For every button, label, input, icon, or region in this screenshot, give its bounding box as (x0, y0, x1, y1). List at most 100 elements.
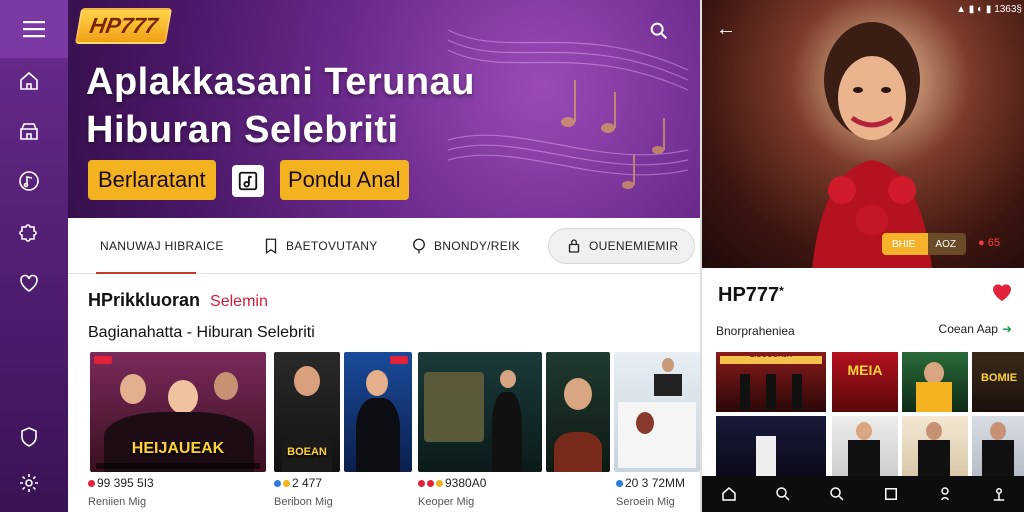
celebrity-portrait (812, 22, 932, 268)
mobile-tag-left: BHIE (892, 238, 916, 250)
face-image (214, 372, 238, 400)
card-meta: 2 477 (274, 476, 322, 490)
tab-label: NANUWAJ HIBRAICE (100, 239, 224, 253)
mobile-app-title: HP777* (718, 284, 784, 307)
search-icon[interactable] (828, 485, 846, 503)
hero-secondary-button[interactable]: Pondu Anal (280, 160, 409, 200)
face-image (294, 366, 320, 396)
app-root: HP777 Aplakkasani Terunau Hiburan Selebr… (0, 0, 1024, 512)
gear-icon[interactable] (16, 470, 42, 496)
body-image (740, 374, 750, 410)
open-app-label: Coean Aap (938, 322, 998, 336)
hero-primary-button[interactable]: Berlaratant (88, 160, 216, 200)
search-icon[interactable] (774, 485, 792, 503)
mobile-subtitle: Bnorpraheniea (716, 324, 795, 338)
home-icon[interactable] (720, 485, 738, 503)
favorite-heart-icon[interactable] (990, 280, 1014, 304)
body-image (492, 392, 522, 472)
back-arrow-icon[interactable]: ← (716, 18, 736, 41)
tab-bar: NANUWAJ HIBRAICE BAETOVUTANY BNONDY/REIK… (68, 218, 700, 274)
body-image (756, 436, 776, 476)
celebrity-card[interactable] (344, 352, 412, 472)
mobile-card[interactable]: BOMIE (972, 352, 1024, 412)
mobile-card[interactable]: MEIA (832, 352, 898, 412)
hero-title-line1: Aplakkasani Terunau (86, 61, 475, 103)
face-image (926, 422, 942, 440)
mobile-app-title-mark: * (779, 284, 784, 298)
search-icon[interactable] (648, 20, 670, 42)
tab-label: BAETOVUTANY (286, 239, 378, 253)
mobile-tag-pill[interactable]: BHIE AOZ (882, 233, 966, 255)
card-meta-sub: Seroein Mig (616, 496, 675, 508)
card-meta-value: 2 477 (292, 476, 323, 490)
mobile-tag-far-value: 65 (987, 237, 1000, 249)
mobile-card[interactable] (902, 352, 968, 412)
live-badge (390, 356, 408, 364)
body-image (916, 382, 952, 412)
status-bar: ▲ ▮ ◐ ▮ 1363§ (956, 4, 1022, 15)
mobile-card-title: MEIA (847, 362, 883, 378)
card-meta: 9380A0 (418, 476, 486, 490)
profile-icon[interactable] (990, 485, 1008, 503)
celebrity-card[interactable] (418, 352, 542, 472)
shield-icon[interactable] (16, 424, 42, 450)
card-title: HEIJAUEAK (131, 440, 225, 457)
user-icon[interactable] (936, 485, 954, 503)
tab-locked[interactable]: OUENEMIEMIR (548, 228, 696, 264)
tab-location[interactable]: BNONDY/REIK (410, 228, 520, 264)
celebrity-card[interactable] (546, 352, 610, 472)
hero-title: Aplakkasani Terunau Hiburan Selebriti (86, 58, 475, 154)
main-content: NANUWAJ HIBRAICE BAETOVUTANY BNONDY/REIK… (68, 218, 700, 512)
mobile-preview: ▲ ▮ ◐ ▮ 1363§ ← BHIE AOZ ● 65 HP777* Bno… (700, 0, 1024, 512)
mobile-card-title: LIOOOOAJA (749, 352, 792, 359)
store-icon[interactable] (16, 118, 42, 144)
celebrity-card[interactable]: BOEAN (274, 352, 340, 472)
celebrity-card[interactable] (614, 352, 700, 472)
puzzle-icon[interactable] (16, 218, 42, 244)
tab-entertainment[interactable]: NANUWAJ HIBRAICE (100, 228, 224, 264)
face-image (366, 370, 388, 396)
heart-icon[interactable] (16, 270, 42, 296)
tab-label: BNONDY/REIK (434, 239, 520, 253)
lock-icon (568, 239, 580, 253)
mobile-card[interactable] (832, 416, 898, 476)
sidebar (0, 0, 68, 512)
body-image (848, 440, 880, 476)
music-note-icon[interactable] (232, 165, 264, 197)
card-meta-value: 20 3 72MM (625, 476, 686, 490)
active-tab-indicator (96, 272, 196, 274)
mobile-card[interactable]: LIOOOOAJA (716, 352, 826, 412)
bookmark-icon (265, 238, 277, 255)
mobile-tag-far: ● 65 (978, 237, 1000, 249)
card-meta-value: 9380A0 (445, 476, 487, 490)
poster-image (618, 402, 696, 468)
live-badge (94, 356, 112, 364)
mobile-bottom-nav (702, 476, 1024, 512)
card-meta-sub: Beribon Mig (274, 496, 333, 508)
square-icon[interactable] (882, 485, 900, 503)
menu-button[interactable] (0, 0, 68, 58)
body-image (654, 374, 682, 396)
mobile-card[interactable] (716, 416, 826, 476)
tab-bookmarks[interactable]: BAETOVUTANY (262, 228, 378, 264)
face-image (500, 370, 516, 388)
location-icon (413, 238, 425, 254)
mobile-card[interactable] (972, 416, 1024, 476)
mobile-app-title-text: HP777 (718, 284, 780, 306)
face-image (662, 358, 674, 372)
celebrity-card[interactable]: HEIJAUEAK (90, 352, 266, 472)
body-image (918, 440, 950, 476)
brand-logo[interactable]: HP777 (74, 8, 173, 44)
home-icon[interactable] (16, 68, 42, 94)
section-title-text: HPrikkluoran (88, 290, 201, 310)
face-image (856, 422, 872, 440)
celebrity-card-row: HEIJAUEAK BOEAN (88, 352, 700, 472)
mobile-card[interactable] (902, 416, 968, 476)
status-time: 1363§ (994, 4, 1022, 15)
mobile-card-title: BOMIE (980, 372, 1018, 384)
face-image (924, 362, 944, 384)
music-icon[interactable] (16, 168, 42, 194)
mobile-tag-right: AOZ (935, 238, 956, 250)
open-app-link[interactable]: Coean Aap ➜ (939, 322, 1012, 336)
section-title-accent[interactable]: Selemin (210, 293, 268, 310)
